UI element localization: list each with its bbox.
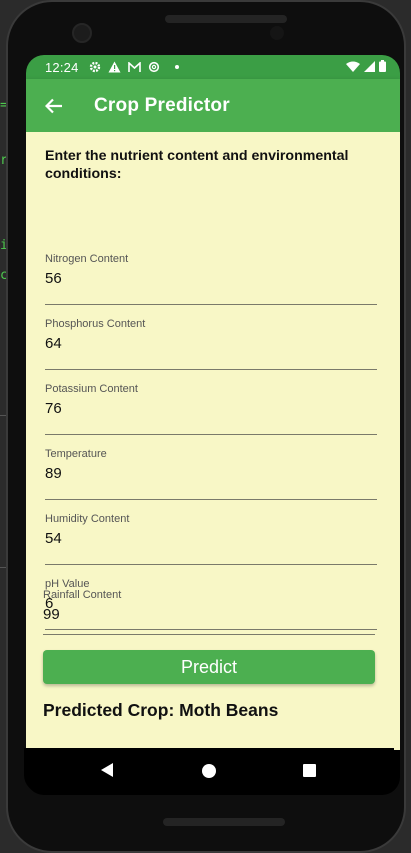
predicted-crop-result: Predicted Crop: Moth Beans — [43, 700, 279, 720]
signal-icon — [364, 60, 375, 72]
form-intro: Enter the nutrient content and environme… — [45, 148, 349, 182]
wifi-icon — [346, 61, 360, 72]
phone-frame: 12:24 Crop Predictor Enter the nutrient … — [6, 0, 406, 853]
field-value[interactable]: 99 — [43, 606, 60, 623]
sensor-icon — [270, 26, 284, 40]
field-value[interactable]: 56 — [45, 270, 62, 287]
status-time: 12:24 — [45, 59, 79, 75]
field-label: Temperature — [45, 448, 107, 460]
field-value[interactable]: 89 — [45, 465, 62, 482]
gmail-icon — [127, 61, 141, 72]
field-label: Nitrogen Content — [45, 253, 129, 265]
humidity-field[interactable]: Humidity Content 54 — [45, 513, 377, 565]
status-icons-left — [89, 61, 181, 73]
bottom-speaker — [163, 818, 285, 826]
back-triangle-icon[interactable] — [101, 763, 113, 777]
warning-icon — [108, 61, 121, 73]
recents-square-icon[interactable] — [303, 764, 316, 777]
battery-icon — [379, 60, 386, 72]
temperature-field[interactable]: Temperature 89 — [45, 448, 377, 500]
back-button[interactable] — [26, 79, 82, 132]
settings-icon — [148, 61, 159, 73]
gear-icon — [89, 61, 100, 73]
status-bar: 12:24 — [26, 55, 400, 79]
nitrogen-field[interactable]: Nitrogen Content 56 — [45, 253, 377, 305]
arrow-back-icon — [45, 98, 62, 113]
field-label: Humidity Content — [45, 513, 130, 525]
field-value[interactable]: 64 — [45, 335, 62, 352]
phosphorus-field[interactable]: Phosphorus Content 64 — [45, 318, 377, 370]
field-value[interactable]: 54 — [45, 530, 62, 547]
predict-button[interactable]: Predict — [43, 650, 375, 684]
dot-icon — [174, 65, 179, 69]
app-title: Crop Predictor — [94, 94, 230, 116]
field-label: Rainfall Content — [43, 589, 122, 601]
home-circle-icon[interactable] — [202, 764, 216, 778]
device-screen: 12:24 Crop Predictor Enter the nutrient … — [26, 55, 400, 795]
status-icons-right — [346, 60, 386, 72]
top-speaker — [165, 15, 287, 23]
front-camera-icon — [72, 23, 92, 43]
rainfall-field[interactable]: Rainfall Content 99 — [43, 589, 375, 635]
app-bar: Crop Predictor — [26, 79, 400, 132]
nav-bar — [24, 748, 394, 793]
field-label: Potassium Content — [45, 383, 138, 395]
field-label: Phosphorus Content — [45, 318, 146, 330]
field-value[interactable]: 76 — [45, 400, 62, 417]
potassium-field[interactable]: Potassium Content 76 — [45, 383, 377, 435]
